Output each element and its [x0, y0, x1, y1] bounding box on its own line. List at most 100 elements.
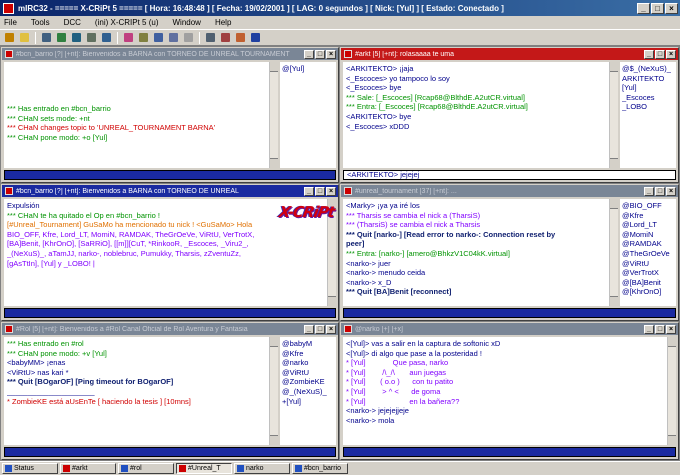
nick-list-item[interactable]: @ViRtU [622, 259, 674, 269]
message-input[interactable] [4, 170, 336, 180]
close-button[interactable]: × [666, 186, 676, 196]
maximize-button[interactable]: □ [315, 186, 325, 196]
chat-scrollbar[interactable] [269, 337, 278, 445]
lightning-button[interactable] [3, 31, 16, 44]
colors-button[interactable] [122, 31, 135, 44]
switchbar-button[interactable]: #Unreal_T [176, 463, 232, 474]
switchbar-button[interactable]: #rol [118, 463, 174, 474]
logs-button[interactable] [137, 31, 150, 44]
options-button[interactable] [40, 31, 53, 44]
message-input[interactable] [343, 447, 676, 457]
nick-list-item[interactable]: @babyM [282, 339, 334, 349]
channel-window-unreal-tournament[interactable]: #unreal_tournament [37] [+nt]: ... _ □ × <… [340, 184, 679, 321]
chat-scrollbar[interactable] [667, 337, 676, 445]
window-titlebar[interactable]: #bcn_barrio [?] [+nt]: Bienvenidos a BAR… [2, 185, 338, 197]
maximize-button[interactable]: □ [315, 49, 325, 59]
nick-list-item[interactable]: _Escoces [622, 93, 674, 103]
nick-list-item[interactable]: +[Yul] [282, 397, 334, 407]
window-titlebar[interactable]: #unreal_tournament [37] [+nt]: ... _ □ × [341, 185, 678, 197]
nick-list-item[interactable]: @BIO_OFF [622, 201, 674, 211]
menu-window[interactable]: Window [172, 18, 200, 27]
switchbar-button[interactable]: Status [2, 463, 58, 474]
nick-list-item[interactable]: @ZombieKE [282, 377, 334, 387]
message-input[interactable] [4, 308, 336, 318]
dcc-chat-button[interactable] [100, 31, 113, 44]
channel-window-arkt[interactable]: #arkt [5] [+nt]: rolasaaaa te uma _ □ × <A… [340, 47, 679, 183]
minimize-button[interactable]: _ [637, 2, 650, 14]
query-window-narko[interactable]: @narko [+] [+x] _ □ × <[Yul]> vas a salir … [340, 322, 679, 460]
minimize-button[interactable]: _ [644, 324, 654, 334]
nick-list-item[interactable]: [Yul] [622, 83, 674, 93]
nick-list-item[interactable]: @VerTrotX [622, 268, 674, 278]
channel-window-bcn-barrio[interactable]: #bcn_barrio [?] [+nt]: Bienvenidos a BAR… [1, 47, 339, 183]
nick-list-item[interactable]: @_(NeXuS)_ [282, 387, 334, 397]
chat-scrollbar[interactable] [609, 199, 618, 306]
minimize-button[interactable]: _ [644, 186, 654, 196]
channel-window-bcn-barrio-2[interactable]: #bcn_barrio [?] [+nt]: Bienvenidos a BAR… [1, 184, 339, 321]
tile-button[interactable] [204, 31, 217, 44]
nick-list-item[interactable]: @MomiN [622, 230, 674, 240]
notify-button[interactable] [167, 31, 180, 44]
help-button[interactable] [249, 31, 262, 44]
maximize-button[interactable]: □ [651, 2, 664, 14]
cascade-button[interactable] [219, 31, 232, 44]
minimize-button[interactable]: _ [644, 49, 654, 59]
message-input[interactable] [4, 447, 336, 457]
nick-list-item[interactable]: @Kfre [622, 211, 674, 221]
close-button[interactable]: × [666, 49, 676, 59]
nick-list-item[interactable]: @TheGrOeVe [622, 249, 674, 259]
nick-list-item[interactable]: ARKITEKTO [622, 74, 674, 84]
nick-list[interactable]: @[Yul] [278, 62, 336, 168]
nick-list[interactable]: @BIO_OFF @Kfre @Lord_LT @MomiN @RAMDAK @TheGr… [618, 199, 676, 306]
nick-list-item[interactable]: @Lord_LT [622, 220, 674, 230]
window-titlebar[interactable]: #arkt [5] [+nt]: rolasaaaa te uma _ □ × [341, 48, 678, 60]
chat-area[interactable]: *** Has entrado en #bcn_barrio *** CHaN s… [4, 62, 269, 168]
chat-scrollbar[interactable] [609, 62, 618, 168]
nick-list-item[interactable]: @Kfre [282, 349, 334, 359]
maximize-button[interactable]: □ [315, 324, 325, 334]
address-book-button[interactable] [55, 31, 68, 44]
switchbar-button[interactable]: narko [234, 463, 290, 474]
scripts-button[interactable] [152, 31, 165, 44]
nick-list-item[interactable]: @$_(NeXuS)_ [622, 64, 674, 74]
close-button[interactable]: × [665, 2, 678, 14]
dcc-send-button[interactable] [85, 31, 98, 44]
menu-dcc[interactable]: DCC [64, 18, 81, 27]
folder-button[interactable] [18, 31, 31, 44]
nick-list-item[interactable]: @ViRtU [282, 368, 334, 378]
channels-button[interactable] [70, 31, 83, 44]
nick-list-item[interactable]: @RAMDAK [622, 239, 674, 249]
maximize-button[interactable]: □ [655, 186, 665, 196]
close-button[interactable]: × [326, 49, 336, 59]
nick-list[interactable]: @babyM @Kfre @narko @ViRtU @ZombieKE @_(NeXuS… [278, 337, 336, 445]
nick-list[interactable]: @$_(NeXuS)_ ARKITEKTO [Yul] _Escoces _LOBO [618, 62, 676, 168]
chat-area[interactable]: <ARKITEKTO> ¡jaja <_Escoces> yo tampoco l… [343, 62, 609, 168]
maximize-button[interactable]: □ [655, 324, 665, 334]
close-button[interactable]: × [326, 324, 336, 334]
minimize-button[interactable]: _ [304, 324, 314, 334]
mirc-app-icon[interactable] [3, 2, 14, 14]
nick-list-item[interactable]: @[BA]Benit [622, 278, 674, 288]
nick-list-item[interactable]: @narko [282, 358, 334, 368]
menu-help[interactable]: Help [215, 18, 231, 27]
message-input[interactable] [343, 308, 676, 318]
menu-xcript[interactable]: (ini) X-CRIPt 5 (u) [95, 18, 159, 27]
message-input[interactable]: <ARKITEKTO> jejejej [343, 170, 676, 180]
switchbar-button[interactable]: #bcn_barrio [292, 463, 348, 474]
nick-list-item[interactable]: @[Yul] [282, 64, 334, 74]
maximize-button[interactable]: □ [655, 49, 665, 59]
close-button[interactable]: × [326, 186, 336, 196]
window-titlebar[interactable]: @narko [+] [+x] _ □ × [341, 323, 678, 335]
minimize-button[interactable]: _ [304, 49, 314, 59]
ignore-button[interactable] [234, 31, 247, 44]
close-button[interactable]: × [666, 324, 676, 334]
window-titlebar[interactable]: #Rol [5] [+nt]: Bienvenidos a #Rol Canal… [2, 323, 338, 335]
minimize-button[interactable]: _ [304, 186, 314, 196]
chat-area[interactable]: <[Yul]> vas a salir en la captura de sof… [343, 337, 667, 445]
nick-list-item[interactable]: _LOBO [622, 102, 674, 112]
chat-area[interactable]: *** Has entrado en #rol *** CHaN pone mod… [4, 337, 269, 445]
chat-scrollbar[interactable] [269, 62, 278, 168]
menu-file[interactable]: File [4, 18, 17, 27]
nick-list-item[interactable]: @[KhrOnO] [622, 287, 674, 297]
menu-tools[interactable]: Tools [31, 18, 50, 27]
